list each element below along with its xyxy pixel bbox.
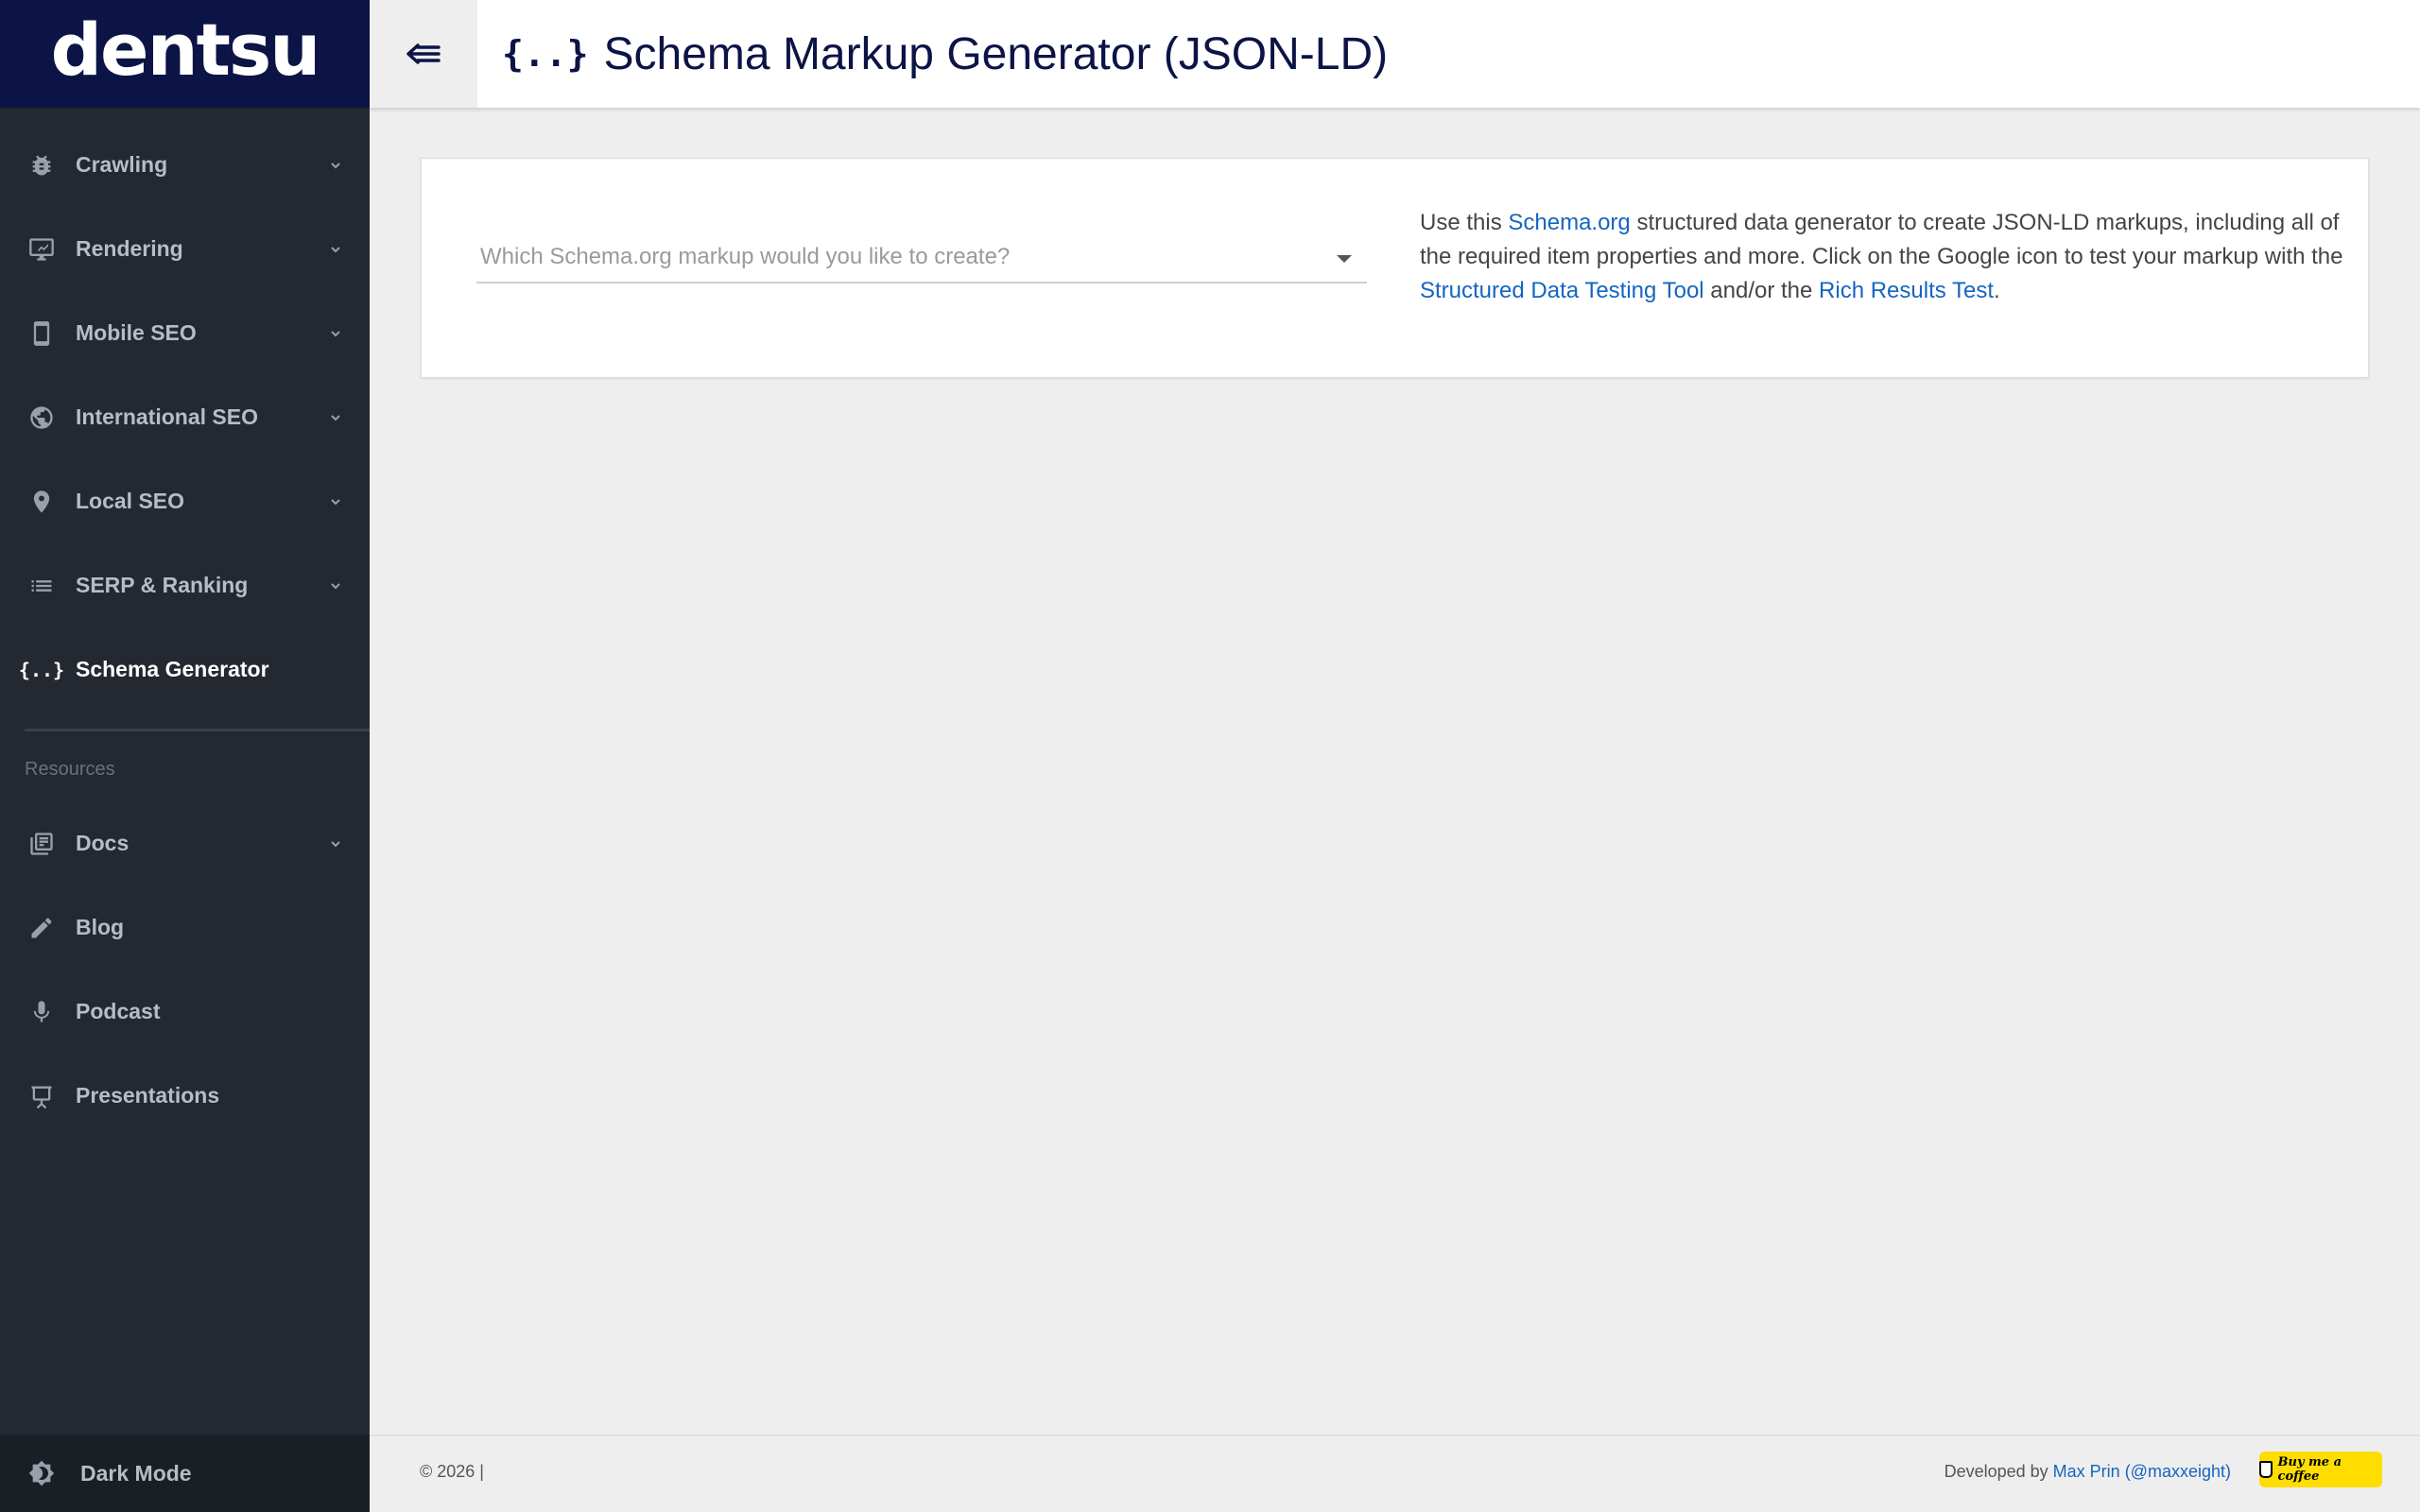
dark-mode-label: Dark Mode <box>80 1460 192 1486</box>
sidebar: dentsu Crawling Rendering Mobile SEO Int… <box>0 0 370 1512</box>
sidebar-item-presentations[interactable]: Presentations <box>0 1054 370 1138</box>
footer: © 2026 | Developed by Max Prin (@maxxeig… <box>370 1435 2420 1512</box>
desc-text: . <box>1994 278 2000 303</box>
sidebar-item-international-seo[interactable]: International SEO <box>0 375 370 459</box>
sidebar-item-label: SERP & Ranking <box>76 573 249 597</box>
sidebar-resources: Docs Blog Podcast Presentations <box>0 801 370 1138</box>
list-icon <box>27 572 56 600</box>
brace-glyph: {..} <box>18 658 65 681</box>
chevron-down-icon <box>328 326 343 341</box>
chevron-down-icon <box>328 410 343 425</box>
sidebar-item-schema-generator[interactable]: {..} Schema Generator <box>0 627 370 712</box>
generator-card: Which Schema.org markup would you like t… <box>421 158 2369 378</box>
menu-collapse-button[interactable] <box>370 0 477 108</box>
sidebar-item-label: Docs <box>76 831 130 855</box>
chevron-down-icon <box>328 578 343 593</box>
page-title: Schema Markup Generator (JSON-LD) <box>603 28 1389 79</box>
phone-icon <box>27 319 56 348</box>
sidebar-item-local-seo[interactable]: Local SEO <box>0 459 370 543</box>
description: Use this Schema.org structured data gene… <box>1420 206 2346 308</box>
schema-type-select[interactable]: Which Schema.org markup would you like t… <box>476 242 1367 284</box>
brace-icon: {..} <box>19 656 64 684</box>
sidebar-item-podcast[interactable]: Podcast <box>0 970 370 1054</box>
pencil-icon <box>27 914 56 942</box>
chevron-down-icon <box>328 836 343 851</box>
logo-text: dentsu <box>50 7 321 92</box>
mic-icon <box>27 998 56 1026</box>
map-pin-icon <box>27 488 56 516</box>
sidebar-item-label: Podcast <box>76 999 161 1023</box>
schema-org-link[interactable]: Schema.org <box>1508 210 1630 235</box>
dropdown-arrow-icon <box>1337 255 1352 263</box>
sidebar-item-label: Mobile SEO <box>76 320 197 345</box>
sidebar-item-label: Schema Generator <box>76 657 269 681</box>
chevron-down-icon <box>328 494 343 509</box>
structured-data-testing-tool-link[interactable]: Structured Data Testing Tool <box>1420 278 1704 303</box>
buy-me-a-coffee-button[interactable]: Buy me a coffee <box>2259 1452 2382 1487</box>
docs-icon <box>27 830 56 858</box>
brace-icon: {..} <box>502 33 589 75</box>
arrow-left-menu-icon <box>406 43 441 64</box>
sidebar-item-label: Crawling <box>76 152 168 177</box>
desc-text: Use this <box>1420 210 1509 235</box>
bmc-label: Buy me a coffee <box>2277 1455 2342 1484</box>
developer-link[interactable]: Max Prin (@maxxeight) <box>2053 1462 2231 1481</box>
bug-icon <box>27 151 56 180</box>
sidebar-item-blog[interactable]: Blog <box>0 885 370 970</box>
sidebar-item-label: Blog <box>76 915 125 939</box>
sidebar-item-label: International SEO <box>76 404 258 429</box>
rich-results-test-link[interactable]: Rich Results Test <box>1819 278 1994 303</box>
sidebar-item-label: Presentations <box>76 1083 220 1108</box>
dev-prefix: Developed by <box>1944 1462 2053 1481</box>
chevron-down-icon <box>328 242 343 257</box>
developer-credit: Developed by Max Prin (@maxxeight) <box>1945 1462 2231 1482</box>
globe-icon <box>27 404 56 432</box>
sidebar-item-label: Rendering <box>76 236 183 261</box>
sidebar-item-mobile-seo[interactable]: Mobile SEO <box>0 291 370 375</box>
copyright: © 2026 | <box>420 1462 484 1481</box>
header: {..} Schema Markup Generator (JSON-LD) <box>370 0 2420 108</box>
sidebar-item-docs[interactable]: Docs <box>0 801 370 885</box>
brightness-icon <box>27 1459 56 1487</box>
logo[interactable]: dentsu <box>0 0 370 108</box>
desc-text: and/or the <box>1703 278 1820 303</box>
chevron-down-icon <box>328 158 343 173</box>
presentation-icon <box>27 1082 56 1110</box>
sidebar-section-label: Resources <box>25 759 115 780</box>
sidebar-item-serp-ranking[interactable]: SERP & Ranking <box>0 543 370 627</box>
sidebar-nav: Crawling Rendering Mobile SEO Internatio… <box>0 123 370 712</box>
sidebar-item-rendering[interactable]: Rendering <box>0 207 370 291</box>
sidebar-item-crawling[interactable]: Crawling <box>0 123 370 207</box>
monitor-icon <box>27 235 56 264</box>
select-placeholder: Which Schema.org markup would you like t… <box>480 244 1011 269</box>
sidebar-divider <box>25 729 370 731</box>
sidebar-item-label: Local SEO <box>76 489 185 513</box>
dark-mode-toggle[interactable]: Dark Mode <box>0 1435 370 1512</box>
coffee-cup-icon <box>2259 1461 2273 1478</box>
